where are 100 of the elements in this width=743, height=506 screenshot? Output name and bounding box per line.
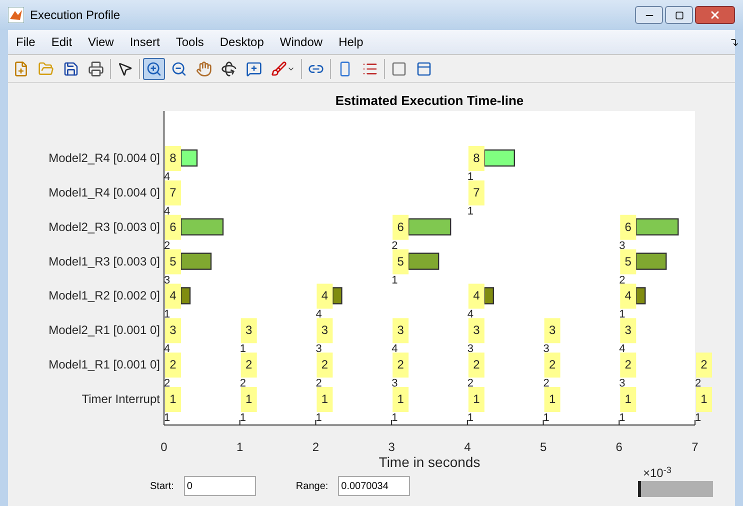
zoom-in-tool[interactable] [143,58,165,80]
tag-background [620,284,636,309]
brush-icon [271,60,287,76]
range-label: Range: [296,480,328,494]
start-field[interactable]: 0 [184,476,256,496]
row-label: Model2_R4 [0.004 0] [48,151,160,165]
tag-background [468,284,484,309]
tag-background [544,387,560,412]
tag-background [392,318,409,344]
tag-background [468,146,484,171]
note-label: 1 [240,343,246,356]
close-icon [709,9,721,21]
tag-label: 4 [473,288,480,303]
zoom-in-icon [146,60,162,76]
dock-arrow-icon[interactable] [730,38,739,46]
row-label: Model1_R1 [0.001 0] [48,358,160,372]
row-label: Timer Interrupt [82,392,160,406]
folder-icon [38,60,54,76]
note-label: 3 [467,343,474,356]
menu-item[interactable]: Tools [168,33,212,51]
tag-label: 3 [321,323,328,338]
note-label: 1 [467,171,474,183]
menu-item[interactable]: Insert [122,33,168,51]
x-tick-label: 1 [236,440,244,454]
note-label: 3 [619,378,626,390]
row-label: Model1_R2 [0.002 0] [48,288,160,303]
note-label: 1 [164,412,170,424]
tag-label: 1 [473,392,480,406]
tag-background [620,214,636,240]
tag-label: 4 [170,288,176,303]
note-label: 1 [695,412,702,424]
x-axis-label: Time in seconds [378,454,480,470]
tag-background [316,387,333,412]
range-field[interactable]: 0.0070034 [338,476,410,496]
row-label: Model1_R3 [0.003 0] [48,254,160,268]
menu-item[interactable]: Edit [43,33,80,51]
note-label: 1 [543,412,550,424]
note-label: 4 [164,205,170,218]
note-label: 2 [240,378,246,390]
tag-label: 3 [397,323,404,338]
chart-title: Estimated Execution Time-line [335,93,524,108]
x-tick-label: 0 [160,440,168,454]
tag-background [165,387,181,412]
tag-background [468,352,484,378]
tag-background [240,387,257,412]
close-button[interactable] [695,6,735,24]
tag-label: 1 [321,392,328,406]
menu-item[interactable]: Desktop [212,33,272,51]
menu-item[interactable]: Window [272,33,331,51]
menu-item[interactable]: View [80,33,122,51]
tag-label: 5 [624,254,632,268]
tag-label: 3 [624,323,632,338]
tag-background [165,180,181,206]
tag-background [544,318,560,344]
zoom-out-icon [171,60,187,76]
start-label: Start: [150,480,174,494]
note-label: 3 [164,274,170,286]
rotate-icon [221,60,237,76]
menu-item[interactable]: Help [330,33,372,51]
tag-label: 7 [170,185,176,200]
tag-label: 1 [170,392,176,406]
tag-background [165,284,181,309]
menu-item[interactable]: File [8,33,44,51]
tag-label: 3 [548,323,556,338]
x-tick-label: 5 [540,440,547,454]
tag-background [392,387,409,412]
note-label: 2 [316,378,322,390]
note-label: 2 [619,274,626,286]
maximize-button[interactable] [665,6,693,24]
tag-label: 3 [246,323,252,338]
note-label: 2 [467,378,474,390]
range-slider[interactable] [638,481,713,497]
tag-background [696,352,712,378]
tag-label: 2 [624,358,632,372]
tag-label: 4 [624,288,632,303]
x-tick-label: 6 [616,440,622,454]
square-icon [391,60,407,76]
tag-background [316,318,333,344]
note-label: 1 [619,412,626,424]
tag-label: 2 [548,358,556,372]
tag-background [240,318,257,344]
tag-label: 1 [397,392,404,406]
note-label: 2 [543,378,550,390]
save-icon [63,60,79,76]
tag-background [316,284,333,309]
tag-background [165,146,181,171]
tag-label: 8 [473,151,480,165]
maximize-icon [674,10,684,20]
x-tick-label: 2 [312,440,320,454]
tag-label: 3 [170,323,176,338]
slider-thumb[interactable] [638,481,641,497]
hand-icon [196,60,212,76]
tag-label: 2 [397,358,404,372]
tag-background [165,318,181,344]
tag-label: 1 [548,392,556,406]
tag-label: 2 [170,358,176,372]
note-label: 3 [392,378,398,390]
tag-background [392,249,409,274]
x-tick-label: 7 [692,440,698,454]
tag-background [696,387,712,412]
